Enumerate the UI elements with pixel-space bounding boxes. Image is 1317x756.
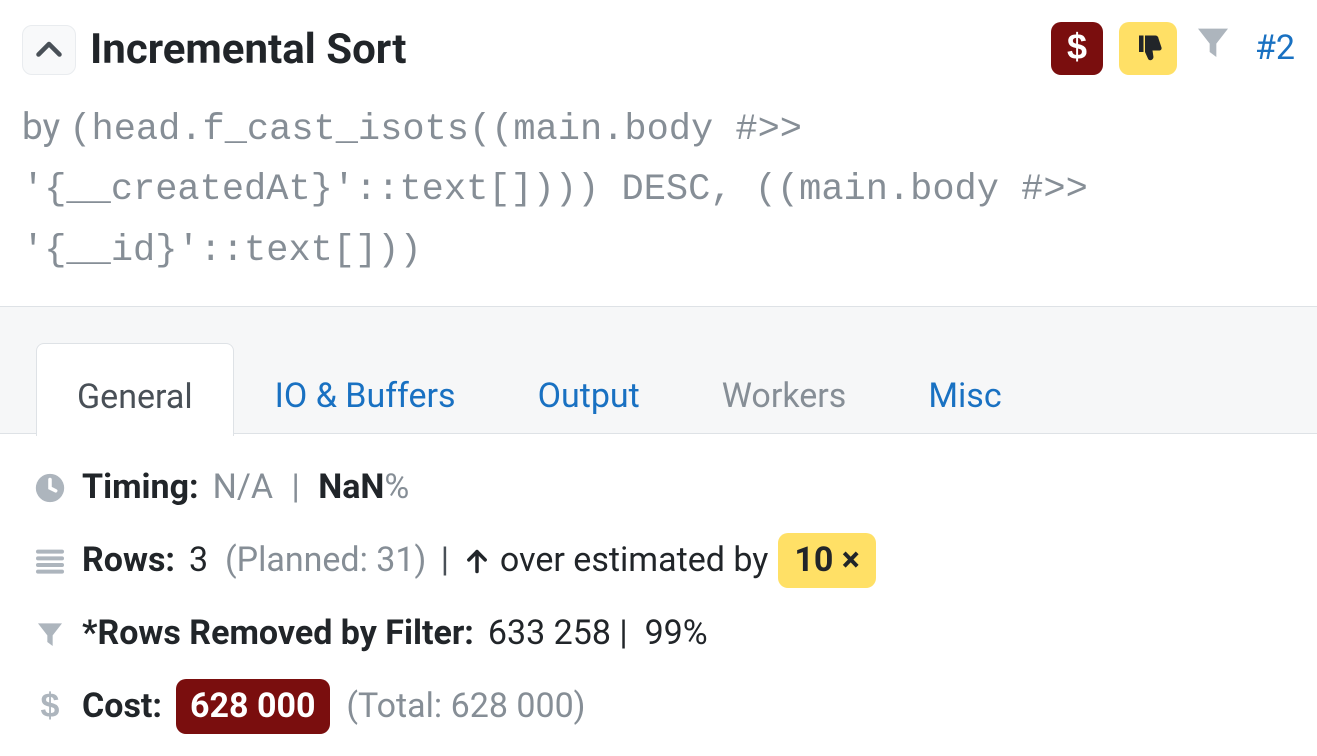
- tab-io-buffers[interactable]: IO & Buffers: [234, 343, 497, 435]
- thumbs-down-icon: [1130, 31, 1166, 67]
- rows-actual: 3: [189, 535, 208, 586]
- tab-general[interactable]: General: [36, 343, 234, 436]
- cost-row: $ Cost: 628 000 (Total: 628 000): [30, 679, 1295, 734]
- title-group: Incremental Sort: [22, 18, 406, 81]
- sort-key-line: by (head.f_cast_isots((main.body #>> '{_…: [0, 81, 1317, 306]
- badges-group: $ #2: [1051, 18, 1295, 76]
- sort-expression: (head.f_cast_isots((main.body #>> '{__cr…: [22, 109, 1088, 272]
- rows-removed-label: *Rows Removed by Filter:: [82, 608, 474, 659]
- stats-panel: Timing: N/A | NaN% Rows: 3 (Planned: 31)…: [0, 434, 1317, 756]
- node-link[interactable]: #2: [1249, 23, 1295, 74]
- estimate-bad-badge[interactable]: [1119, 22, 1177, 75]
- rows-planned: (Planned: 31): [225, 535, 426, 586]
- timing-label: Timing:: [82, 462, 199, 513]
- timing-value: N/A: [213, 462, 273, 513]
- by-label: by: [22, 106, 60, 149]
- arrow-up-icon: [463, 547, 491, 575]
- tabs-bar: General IO & Buffers Output Workers Misc: [0, 306, 1317, 434]
- timing-separator: |: [283, 462, 308, 513]
- node-header: Incremental Sort $ #2: [0, 0, 1317, 81]
- collapse-toggle[interactable]: [22, 25, 76, 75]
- rows-removed-row: *Rows Removed by Filter: 633 258 | 99%: [30, 608, 1295, 659]
- rows-over-text: over estimated by: [500, 535, 768, 586]
- chevron-up-icon: [31, 32, 67, 68]
- filter-icon[interactable]: [1193, 22, 1233, 76]
- rows-icon: [30, 545, 70, 577]
- tab-misc[interactable]: Misc: [887, 343, 1042, 435]
- estimate-factor-badge: 10 ×: [778, 533, 876, 588]
- svg-text:$: $: [1067, 29, 1087, 67]
- node-title: Incremental Sort: [90, 18, 406, 81]
- filter-row-icon: [30, 618, 70, 650]
- cost-badge[interactable]: $: [1051, 22, 1103, 75]
- cost-value-badge: 628 000: [176, 679, 330, 734]
- svg-text:$: $: [41, 689, 60, 725]
- timing-pct-suffix: %: [384, 462, 409, 513]
- rows-row: Rows: 3 (Planned: 31) | over estimated b…: [30, 533, 1295, 588]
- tab-output[interactable]: Output: [497, 343, 681, 435]
- rows-removed-value: 633 258: [488, 608, 611, 659]
- dollar-icon: $: [1064, 29, 1090, 69]
- rows-label: Rows:: [82, 535, 175, 586]
- timing-pct-value: NaN: [318, 462, 384, 513]
- rows-removed-pct: 99%: [645, 608, 708, 659]
- clock-icon: [30, 471, 70, 505]
- dollar-row-icon: $: [30, 689, 70, 725]
- tab-workers[interactable]: Workers: [681, 343, 888, 435]
- timing-row: Timing: N/A | NaN%: [30, 462, 1295, 513]
